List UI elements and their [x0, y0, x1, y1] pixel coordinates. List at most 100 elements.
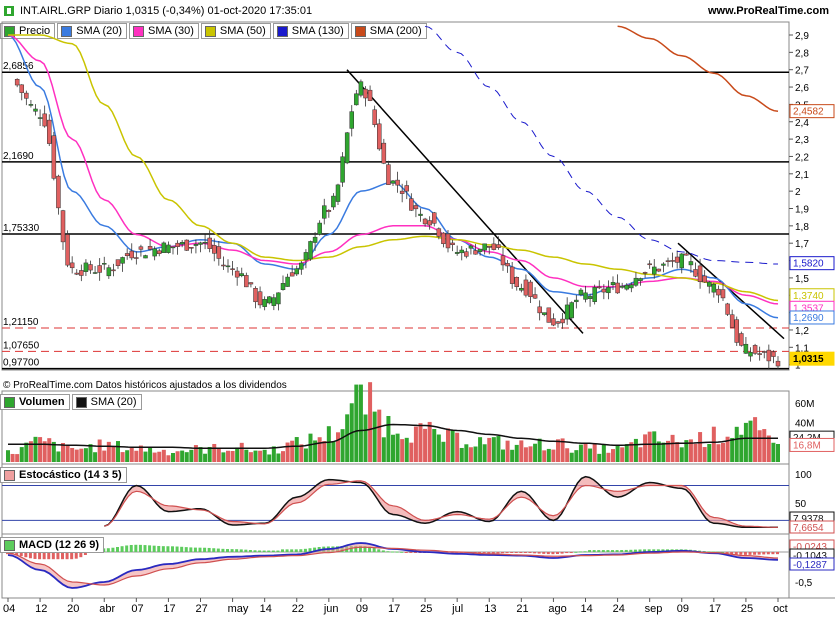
series-sma30	[7, 34, 779, 305]
site-url[interactable]: www.ProRealTime.com	[708, 5, 829, 17]
legend-estocastico[interactable]: Estocástico (14 3 5)	[0, 467, 127, 483]
volume-bar	[38, 437, 43, 462]
legend-macd[interactable]: MACD (12 26 9)	[0, 537, 105, 553]
chart-canvas[interactable]: 2,6856 2,1690 1,75330 1,21150 1,07650 0,97700…	[0, 0, 835, 620]
volume-bar	[574, 450, 579, 462]
volume-bar	[276, 453, 281, 462]
macd-hist-bar	[134, 544, 138, 552]
price-tag	[789, 351, 835, 366]
macd-legend: MACD (12 26 9)	[0, 537, 106, 553]
price-tag-label: 1,3740	[793, 291, 824, 302]
candle-body	[47, 119, 52, 144]
macd-hist-bar	[556, 552, 559, 555]
price-tag-label: 1,2690	[793, 313, 824, 324]
candle-body	[642, 272, 648, 274]
candle-body	[60, 210, 66, 243]
macd-hist-bar	[542, 552, 546, 554]
macd-hist-bar	[771, 552, 775, 555]
x-tick-label: 25	[420, 603, 432, 615]
macd-hist-bar	[762, 552, 766, 555]
volume-bar	[212, 443, 217, 462]
stoch-tag-label: 7,6654	[793, 523, 824, 534]
chart-title: INT.AIRL.GRP Diario 1,0315 (-0,34%) 01-o…	[20, 5, 313, 17]
volume-bar	[61, 442, 65, 462]
candle-body	[170, 246, 176, 249]
candle-body	[459, 249, 464, 254]
volume-bar	[693, 443, 698, 462]
macd-hist-bar	[248, 550, 252, 552]
legend-volumen[interactable]: Volumen	[0, 394, 70, 410]
candle-body	[587, 296, 593, 299]
volume-bar	[120, 452, 125, 462]
macd-hist-bar	[262, 550, 266, 552]
stoch-legend: Estocástico (14 3 5)	[0, 467, 129, 483]
volume-bar	[739, 434, 744, 462]
macd-hist-bar	[409, 552, 413, 553]
volume-bar	[711, 426, 716, 462]
candle-body	[24, 92, 29, 99]
macd-tag-label: -0,1043	[793, 551, 827, 562]
candle-body	[230, 268, 235, 270]
vol-tag	[789, 437, 835, 452]
volume-bar	[331, 441, 336, 462]
candle-body	[684, 253, 689, 256]
volume-bar	[340, 429, 345, 462]
candle-body	[344, 132, 350, 164]
candle-body	[216, 246, 222, 259]
legend-sma20[interactable]: SMA (20)	[57, 23, 128, 39]
x-tick-label: 24	[613, 603, 625, 615]
volume-bar	[666, 440, 670, 462]
legend-sma130[interactable]: SMA (130)	[272, 23, 349, 39]
candle-body	[92, 272, 98, 274]
legend-sma200[interactable]: SMA (200)	[350, 23, 427, 39]
volume-bar	[129, 447, 134, 462]
series-sma20	[7, 34, 779, 319]
macd-hist-bar	[372, 547, 376, 552]
macd-hist-bar	[368, 546, 372, 552]
macd-hist-bar	[161, 546, 165, 552]
candle-body	[647, 263, 652, 266]
volume-bar	[161, 449, 166, 462]
candle-body	[152, 248, 157, 257]
legend-precio[interactable]: Precio	[0, 23, 56, 39]
volume-bar	[620, 447, 625, 462]
x-tick-label: ago	[548, 603, 566, 615]
candle-body	[88, 264, 93, 271]
volume-bar	[624, 444, 629, 462]
volume-bar	[171, 453, 175, 462]
candle-body	[138, 246, 144, 250]
macd-hist-bar	[684, 549, 688, 552]
macd-hist-bar	[666, 549, 669, 552]
legend-sma30[interactable]: SMA (30)	[129, 23, 199, 39]
macd-hist-bar	[450, 552, 454, 553]
stoch-tick-label: 50	[795, 499, 807, 510]
stoch-d-line	[104, 480, 778, 528]
volume-bar	[203, 453, 208, 462]
volume-bar	[308, 433, 313, 462]
volume-bar	[565, 448, 570, 462]
macd-hist-bar	[578, 551, 582, 553]
legend-vol-sma20[interactable]: SMA (20)	[71, 394, 142, 410]
y-tick-label: 2,6	[795, 83, 809, 94]
macd-hist-bar	[624, 549, 628, 552]
macd-hist-bar	[716, 551, 720, 553]
macd-hist-bar	[285, 549, 289, 552]
volume-bar	[478, 437, 483, 462]
macd-hist-bar	[377, 549, 381, 552]
volume-bar	[652, 431, 657, 462]
candle-body	[161, 242, 167, 253]
candle-body	[317, 222, 322, 235]
macd-hist-bar	[702, 551, 706, 553]
candle-body	[464, 251, 469, 257]
candle-body	[129, 250, 134, 259]
volume-bar	[501, 449, 505, 462]
macd-hist-bar	[656, 549, 660, 552]
candle-body	[381, 142, 387, 164]
volume-bar	[423, 428, 428, 462]
volume-bar	[629, 442, 634, 462]
vol-tag-label: 24,2M	[793, 433, 821, 444]
candle-body	[418, 213, 423, 216]
volume-bar	[106, 441, 111, 462]
legend-sma50[interactable]: SMA (50)	[200, 23, 271, 39]
macd-hist-bar	[413, 552, 417, 553]
